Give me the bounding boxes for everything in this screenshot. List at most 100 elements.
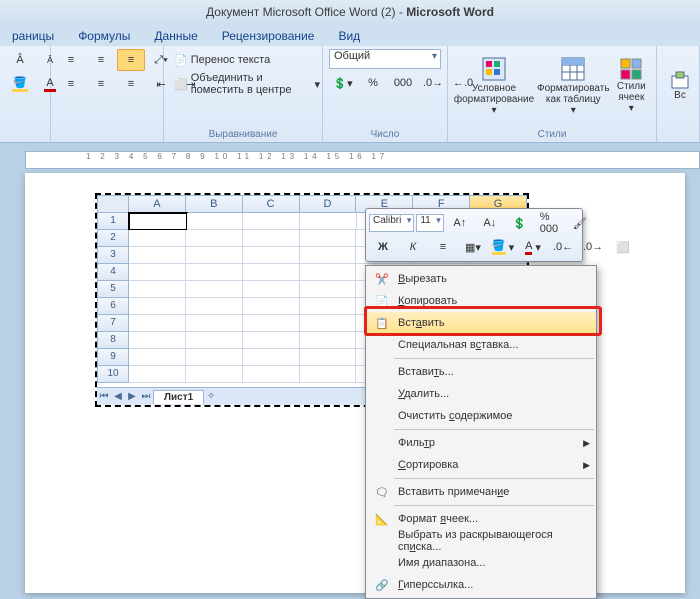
cell[interactable]: [300, 264, 357, 281]
menu-item[interactable]: Очистить содержимое: [366, 405, 596, 427]
menu-item[interactable]: Вставить...: [366, 361, 596, 383]
cell[interactable]: [129, 264, 186, 281]
menu-item[interactable]: Сортировка▶: [366, 454, 596, 476]
row-header[interactable]: 6: [97, 298, 129, 315]
col-header[interactable]: C: [243, 195, 300, 213]
menu-item[interactable]: ✂️Вырезать: [366, 268, 596, 290]
cell[interactable]: [186, 298, 243, 315]
cell[interactable]: [243, 281, 300, 298]
sheet-nav-prev[interactable]: ◀: [111, 391, 125, 402]
mini-fill-color[interactable]: 🪣▾: [489, 236, 517, 258]
menu-item[interactable]: Выбрать из раскрывающегося списка...: [366, 530, 596, 552]
mini-dec-decimal[interactable]: .0←: [549, 236, 577, 258]
mini-brush[interactable]: 🖌: [566, 212, 594, 234]
cell[interactable]: [243, 247, 300, 264]
format-table-button[interactable]: Форматировать как таблицу ▾: [534, 49, 613, 121]
cell[interactable]: [300, 213, 357, 230]
sheet-tab[interactable]: Лист1: [153, 390, 204, 404]
row-header[interactable]: 3: [97, 247, 129, 264]
align-center-button[interactable]: ≡: [87, 73, 115, 95]
tab-pages[interactable]: раницы: [6, 26, 60, 46]
cell[interactable]: [300, 315, 357, 332]
cell[interactable]: [129, 230, 186, 247]
align-middle-button[interactable]: ≡: [87, 49, 115, 71]
cond-format-button[interactable]: Условное форматирование ▾: [454, 49, 534, 121]
cell[interactable]: [128, 212, 188, 231]
mini-bold[interactable]: Ж: [369, 236, 397, 258]
cell[interactable]: [186, 281, 243, 298]
cell[interactable]: [129, 247, 186, 264]
cell[interactable]: [300, 247, 357, 264]
cell[interactable]: [186, 332, 243, 349]
menu-item[interactable]: 📐Формат ячеек...: [366, 508, 596, 530]
wrap-text-button[interactable]: 📄Перенос текста: [170, 49, 324, 71]
menu-item[interactable]: Имя диапазона...: [366, 552, 596, 574]
col-header[interactable]: B: [186, 195, 243, 213]
mini-italic[interactable]: К: [399, 236, 427, 258]
align-top-button[interactable]: ≡: [57, 49, 85, 71]
cell[interactable]: [243, 264, 300, 281]
tab-view[interactable]: Вид: [332, 26, 366, 46]
col-header[interactable]: D: [300, 195, 357, 213]
cell[interactable]: [243, 349, 300, 366]
row-header[interactable]: 2: [97, 230, 129, 247]
cell[interactable]: [129, 298, 186, 315]
cell[interactable]: [186, 366, 243, 383]
sheet-nav-last[interactable]: ⏭: [139, 391, 153, 402]
tab-formulas[interactable]: Формулы: [72, 26, 136, 46]
mini-merge[interactable]: ⬜: [609, 236, 637, 258]
mini-shrink-font[interactable]: A↓: [476, 212, 504, 234]
cell[interactable]: [129, 315, 186, 332]
number-format-select[interactable]: Общий: [329, 49, 441, 69]
mini-font-select[interactable]: Calibri: [369, 214, 414, 232]
mini-borders[interactable]: ▦▾: [459, 236, 487, 258]
menu-item[interactable]: Удалить...: [366, 383, 596, 405]
cell-styles-button[interactable]: Стили ячеек ▾: [613, 49, 650, 121]
cell[interactable]: [186, 264, 243, 281]
cell[interactable]: [300, 332, 357, 349]
cell[interactable]: [129, 366, 186, 383]
merge-center-button[interactable]: ⬜Объединить и поместить в центре ▾: [170, 73, 324, 95]
cell[interactable]: [129, 349, 186, 366]
fill-color-button[interactable]: 🪣: [6, 73, 34, 95]
row-header[interactable]: 8: [97, 332, 129, 349]
sheet-nav-first[interactable]: ⏮: [97, 391, 111, 402]
grow-font-button[interactable]: Â: [6, 49, 34, 71]
row-header[interactable]: 9: [97, 349, 129, 366]
cell[interactable]: [186, 230, 243, 247]
new-sheet-button[interactable]: ✧: [204, 391, 218, 402]
row-header[interactable]: 4: [97, 264, 129, 281]
cell[interactable]: [300, 230, 357, 247]
menu-item[interactable]: 📋Вставить: [366, 312, 596, 334]
cell[interactable]: [243, 366, 300, 383]
insert-big-button[interactable]: Вс: [663, 49, 697, 121]
mini-percent[interactable]: % 000: [536, 212, 564, 234]
cell[interactable]: [186, 315, 243, 332]
currency-button[interactable]: 💲▾: [329, 72, 357, 94]
cell[interactable]: [129, 332, 186, 349]
cell[interactable]: [300, 281, 357, 298]
mini-align-center[interactable]: ≡: [429, 236, 457, 258]
cell[interactable]: [300, 298, 357, 315]
cell[interactable]: [187, 213, 244, 230]
cell[interactable]: [300, 366, 357, 383]
menu-item[interactable]: 📄Копировать: [366, 290, 596, 312]
sheet-nav-next[interactable]: ▶: [125, 391, 139, 402]
cell[interactable]: [243, 332, 300, 349]
mini-inc-decimal[interactable]: .0→: [579, 236, 607, 258]
cell[interactable]: [186, 247, 243, 264]
align-bottom-button[interactable]: ≡: [117, 49, 145, 71]
mini-currency[interactable]: 💲: [506, 212, 534, 234]
tab-data[interactable]: Данные: [148, 26, 203, 46]
percent-button[interactable]: %: [359, 72, 387, 94]
row-header[interactable]: 5: [97, 281, 129, 298]
tab-review[interactable]: Рецензирование: [216, 26, 321, 46]
comma-button[interactable]: 000: [389, 72, 417, 94]
cell[interactable]: [243, 298, 300, 315]
inc-decimal-button[interactable]: .0→: [419, 72, 447, 94]
mini-font-color[interactable]: A▾: [519, 236, 547, 258]
select-all-corner[interactable]: [97, 195, 129, 213]
cell[interactable]: [129, 281, 186, 298]
cell[interactable]: [243, 315, 300, 332]
menu-item[interactable]: 🗨Вставить примечание: [366, 481, 596, 503]
